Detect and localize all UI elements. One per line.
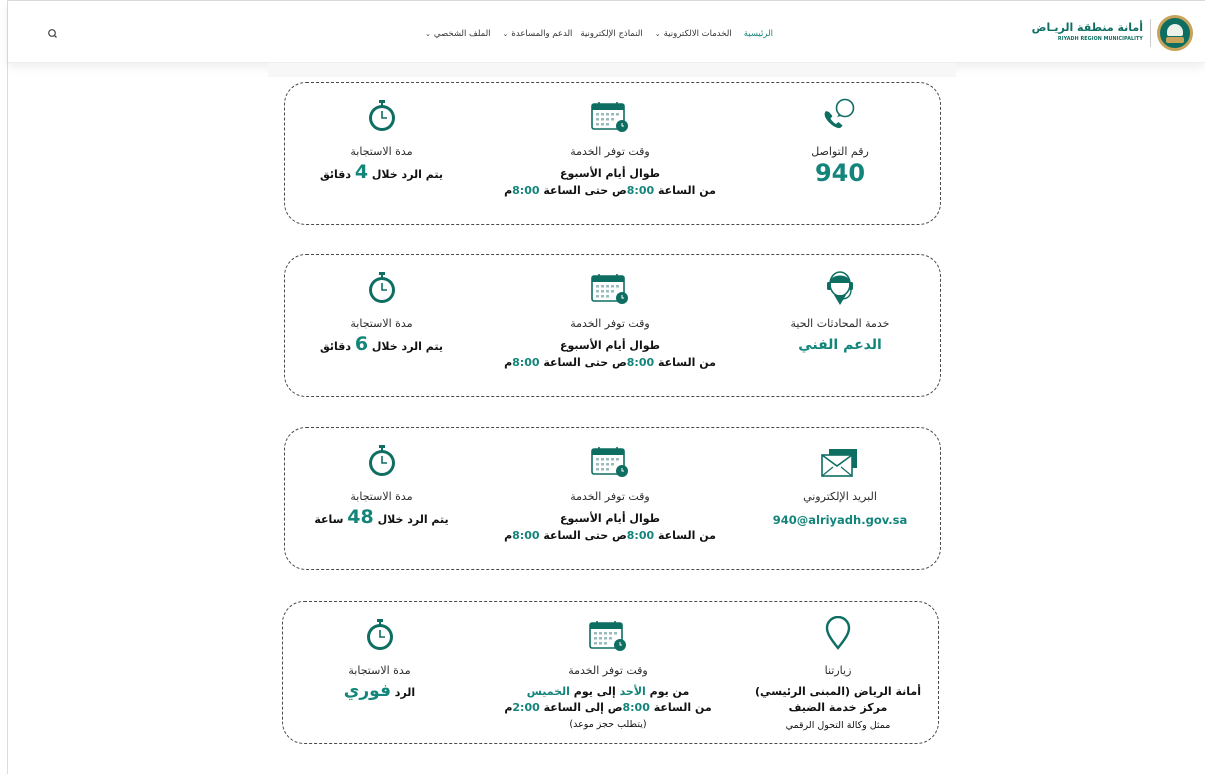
response-column: مدة الاستجابة الرد فوري	[281, 602, 478, 743]
availability-days: طوال أيام الأسبوع	[559, 167, 660, 180]
response-time: يتم الرد خلال 6 دقائق	[319, 333, 444, 355]
nav-home[interactable]: الرئيسية	[744, 29, 773, 39]
contact-column: رقم التواصل 940	[740, 83, 940, 224]
availability-column: وقت توفر الخدمة من يوم الأحد إلى يوم الخ…	[478, 602, 738, 743]
response-column: مدة الاستجابة يتم الرد خلال 48 ساعة	[283, 428, 480, 569]
availability-days: طوال أيام الأسبوع	[559, 339, 660, 352]
availability-hours: من الساعة 8:00ص حتى الساعة 8:00م	[504, 529, 716, 542]
availability-days: من يوم الأحد إلى يوم الخميس	[526, 685, 690, 698]
municipality-logo[interactable]: أمانة منطقة الريـاض RIYADH REGION MUNICI…	[1032, 15, 1193, 51]
email-link[interactable]: 940@alriyadh.gov.sa	[740, 513, 940, 527]
calendar-icon	[591, 446, 629, 482]
availability-days: طوال أيام الأسبوع	[559, 512, 660, 525]
visit-line-2: مركز خدمة الضيف	[788, 701, 888, 714]
stopwatch-icon	[366, 271, 398, 309]
content-top-strip	[268, 63, 956, 77]
nav-profile[interactable]: الملف الشخصي⌄	[425, 29, 491, 39]
response-time: يتم الرد خلال 4 دقائق	[319, 161, 444, 183]
tech-support-link[interactable]: الدعم الفني	[740, 337, 940, 353]
location-pin-icon	[824, 615, 852, 654]
response-label: مدة الاستجابة	[350, 490, 413, 503]
chevron-down-icon: ⌄	[502, 30, 509, 38]
contact-column: خدمة المحادثات الحية الدعم الفني	[740, 255, 940, 396]
contact-card-visit: زيارتنا أمانة الرياض (المبنى الرئيسي) مر…	[282, 601, 939, 744]
visit-line-1: أمانة الرياض (المبنى الرئيسي)	[755, 685, 921, 698]
response-label: مدة الاستجابة	[348, 664, 411, 677]
contact-label: زيارتنا	[824, 664, 852, 677]
agent-headset-icon	[825, 269, 855, 313]
availability-label: وقت توفر الخدمة	[570, 317, 650, 330]
contact-label: البريد الإلكتروني	[803, 490, 877, 503]
logo-english-text: RIYADH REGION MUNICIPALITY	[1057, 37, 1143, 42]
contact-column: البريد الإلكتروني 940@alriyadh.gov.sa	[740, 428, 940, 569]
stopwatch-icon	[366, 444, 398, 482]
envelope-icon	[820, 448, 860, 482]
contact-card-email: البريد الإلكتروني 940@alriyadh.gov.sa وق…	[284, 427, 941, 570]
emblem-icon	[1157, 15, 1193, 51]
calendar-icon	[591, 273, 629, 309]
stopwatch-icon	[364, 618, 396, 656]
contact-column: زيارتنا أمانة الرياض (المبنى الرئيسي) مر…	[738, 602, 938, 743]
nav-e-services[interactable]: الخدمات الالكترونية⌄	[655, 29, 732, 39]
response-time: يتم الرد خلال 48 ساعة	[314, 506, 449, 528]
calendar-icon	[589, 620, 627, 656]
availability-hours: من الساعة 8:00ص إلى الساعة 2:00م	[504, 701, 712, 714]
top-header: الرئيسية الخدمات الالكترونية⌄ النماذج ال…	[8, 1, 1205, 63]
contact-card-phone: رقم التواصل 940 وقت توفر الخدمة طوال أيا…	[284, 82, 941, 225]
chevron-down-icon: ⌄	[425, 30, 431, 38]
availability-hours: من الساعة 8:00ص حتى الساعة 8:00م	[504, 184, 716, 197]
nav-support[interactable]: الدعم والمساعدة⌄	[503, 29, 573, 39]
contact-card-live-chat: خدمة المحادثات الحية الدعم الفني وقت توف…	[284, 254, 941, 397]
response-column: مدة الاستجابة يتم الرد خلال 4 دقائق	[283, 83, 480, 224]
availability-hours: من الساعة 8:00ص حتى الساعة 8:00م	[504, 356, 716, 369]
availability-column: وقت توفر الخدمة طوال أيام الأسبوع من الس…	[480, 428, 740, 569]
response-time: الرد فوري	[343, 681, 416, 701]
nav-e-forms[interactable]: النماذج الإلكترونية	[580, 29, 642, 39]
availability-label: وقت توفر الخدمة	[570, 145, 650, 158]
availability-label: وقت توفر الخدمة	[570, 490, 650, 503]
chevron-down-icon: ⌄	[654, 30, 661, 38]
phone-icon	[820, 97, 860, 135]
logo-arabic-text: أمانة منطقة الريـاض	[1031, 21, 1143, 34]
stopwatch-icon	[366, 99, 398, 137]
contact-label: رقم التواصل	[811, 145, 869, 158]
appointment-note: (يتطلب حجز موعد)	[569, 719, 647, 730]
availability-column: وقت توفر الخدمة طوال أيام الأسبوع من الس…	[480, 255, 740, 396]
availability-column: وقت توفر الخدمة طوال أيام الأسبوع من الس…	[480, 83, 740, 224]
phone-number[interactable]: 940	[740, 159, 940, 187]
logo-divider	[1150, 19, 1151, 47]
visit-line-3: ممثل وكالة التحول الرقمي	[785, 720, 891, 731]
response-column: مدة الاستجابة يتم الرد خلال 6 دقائق	[283, 255, 480, 396]
availability-label: وقت توفر الخدمة	[568, 664, 648, 677]
contact-label: خدمة المحادثات الحية	[790, 317, 890, 330]
main-nav: الرئيسية الخدمات الالكترونية⌄ النماذج ال…	[368, 25, 773, 43]
response-label: مدة الاستجابة	[350, 317, 413, 330]
response-label: مدة الاستجابة	[350, 145, 413, 158]
search-icon[interactable]	[46, 26, 60, 40]
calendar-icon	[591, 101, 629, 137]
